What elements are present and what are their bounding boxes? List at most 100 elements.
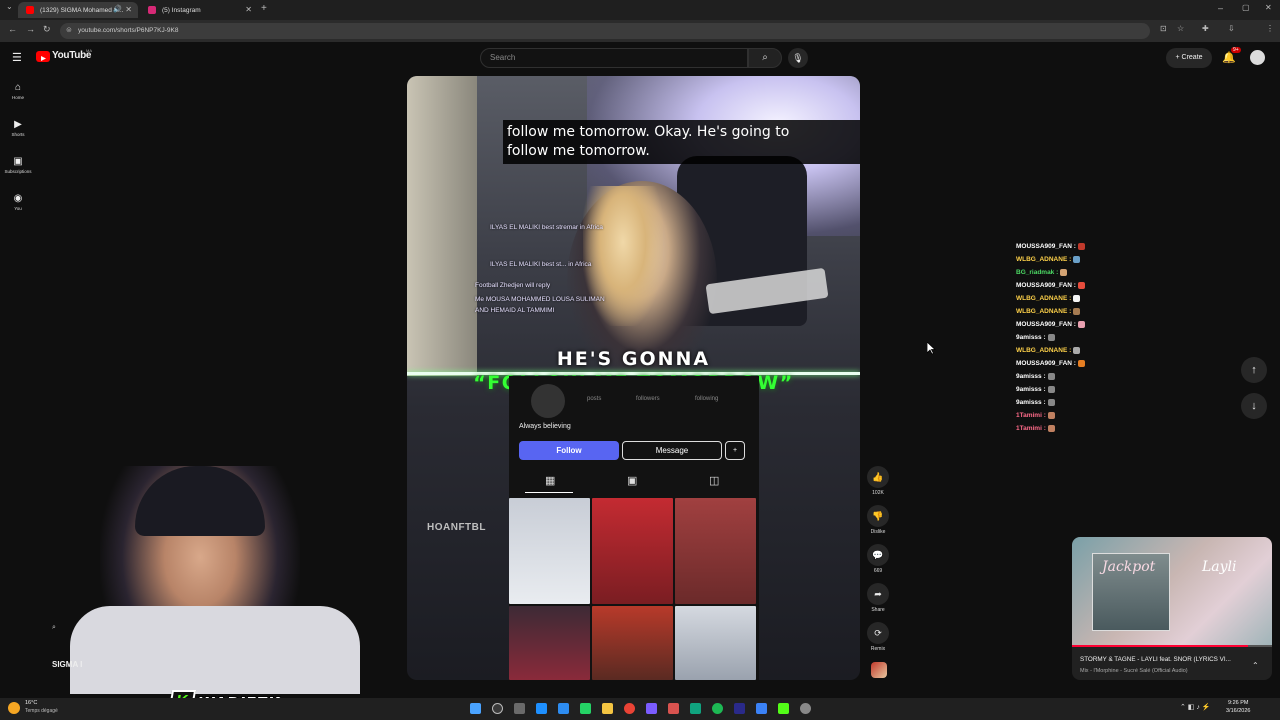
create-button[interactable]: + Create: [1166, 48, 1212, 68]
url-field[interactable]: ⊜ youtube.com/shorts/P6NP7KJ-9K8: [60, 23, 1150, 39]
menu-dots-icon[interactable]: ⋮: [1266, 24, 1274, 33]
app-icon[interactable]: [734, 703, 745, 714]
chat-emote-icon: [1060, 269, 1068, 276]
site-info-icon[interactable]: ⊜: [66, 23, 72, 39]
back-icon[interactable]: ←: [8, 24, 17, 34]
miniplayer-progress-track[interactable]: [1072, 645, 1272, 647]
shorts-video-player[interactable]: follow me tomorrow. Okay. He's going to …: [407, 76, 860, 680]
hamburger-menu-icon[interactable]: ☰: [12, 51, 22, 64]
chat-emote-icon: [1047, 334, 1055, 341]
install-icon[interactable]: ⊡: [1160, 24, 1167, 33]
weather-desc: Temps dégagé: [25, 708, 58, 714]
minimize-icon[interactable]: –: [1218, 3, 1223, 13]
edge-icon[interactable]: [536, 703, 547, 714]
app-icon[interactable]: [668, 703, 679, 714]
overlay-chat-message: 9amisss :: [1016, 399, 1055, 406]
file-explorer-icon[interactable]: [602, 703, 613, 714]
expand-chevron-icon[interactable]: ⌃: [1252, 661, 1259, 670]
search-input[interactable]: Search: [480, 48, 748, 68]
comments-button[interactable]: 💬 669: [866, 544, 890, 574]
bookmark-star-icon[interactable]: ☆: [1177, 24, 1184, 33]
extensions-icon[interactable]: ✚: [1202, 24, 1209, 33]
overlay-side-label: SIGMA I: [52, 660, 83, 669]
clock-time[interactable]: 9:26 PM: [1228, 700, 1248, 706]
miniplayer-video[interactable]: Jackpot Layli: [1072, 537, 1272, 647]
streamer-hair: [583, 186, 663, 326]
overlay-chat-message: 1Tamimi :: [1016, 425, 1055, 432]
clock-date[interactable]: 3/16/2026: [1226, 708, 1250, 714]
speaker-icon[interactable]: 🔊: [113, 5, 122, 13]
downloads-icon[interactable]: ⇩: [1228, 24, 1235, 33]
remix-button[interactable]: ⟳ Remix: [866, 622, 890, 652]
sidebar-item-you[interactable]: ◉ You: [0, 193, 36, 211]
account-avatar[interactable]: [1250, 50, 1265, 65]
browser-tab-bar: ⌄ (1329) SIGMA Mohamed S... 🔊 ✕ (5) Inst…: [0, 0, 1280, 20]
remix-icon: ⟳: [867, 622, 889, 644]
close-tab-icon[interactable]: ✕: [245, 5, 252, 14]
notification-count-badge: 9+: [1231, 47, 1241, 53]
youtube-logo-icon[interactable]: [36, 51, 50, 62]
chat-username: 9amisss :: [1016, 373, 1046, 381]
search-icon: ⌕: [762, 52, 768, 63]
windows-start-icon[interactable]: [470, 703, 481, 714]
sidebar-item-label: You: [14, 206, 22, 211]
chat-emote-icon: [1073, 308, 1081, 315]
overlay-chat-message: BG_riadmak :: [1016, 269, 1068, 277]
album-art-text: Layli: [1202, 559, 1237, 575]
country-code: MA: [86, 48, 92, 53]
close-tab-icon[interactable]: ✕: [125, 5, 132, 14]
chat-username: WLBG_ADNANE :: [1016, 347, 1072, 355]
app-icon[interactable]: [646, 703, 657, 714]
chat-username: WLBG_ADNANE :: [1016, 308, 1072, 316]
kick-icon[interactable]: [778, 703, 789, 714]
close-window-icon[interactable]: ✕: [1265, 3, 1272, 12]
channel-avatar[interactable]: [871, 662, 887, 678]
new-tab-button[interactable]: +: [261, 3, 267, 14]
chat-emote-icon: [1047, 399, 1055, 406]
spotify-icon[interactable]: [712, 703, 723, 714]
overlay-chat-message: 9amisss :: [1016, 373, 1055, 380]
miniplayer[interactable]: Jackpot Layli STORMY & TAGNE - LAYLI fea…: [1072, 537, 1272, 680]
chat-emote-icon: [1047, 373, 1055, 380]
search-button[interactable]: ⌕: [748, 48, 782, 68]
weather-icon[interactable]: [8, 702, 20, 714]
windows-taskbar: 16°C Temps dégagé ⌃ ◧ ♪ ⚡ 9:26 PM 3/16/2…: [0, 698, 1280, 720]
stat-label: following: [695, 396, 719, 402]
sidebar-item-shorts[interactable]: ▶ Shorts: [0, 119, 36, 137]
url-text: youtube.com/shorts/P6NP7KJ-9K8: [78, 27, 179, 34]
post-thumbnail: [675, 498, 756, 604]
dislike-button[interactable]: 👎 Dislike: [866, 505, 890, 535]
maximize-icon[interactable]: ▢: [1242, 3, 1250, 12]
sidebar-item-subscriptions[interactable]: ▣ Subscriptions: [0, 156, 36, 174]
chrome-icon[interactable]: [624, 703, 635, 714]
system-tray-icons[interactable]: ⌃ ◧ ♪ ⚡: [1180, 703, 1211, 711]
next-short-button[interactable]: ↓: [1241, 393, 1267, 419]
overlay-chat-message: 9amisss :: [1016, 334, 1055, 341]
tab-instagram[interactable]: (5) Instagram ✕: [140, 2, 258, 18]
task-view-icon[interactable]: [514, 703, 525, 714]
settings-icon[interactable]: [800, 703, 811, 714]
voice-search-button[interactable]: 🎙: [788, 48, 808, 68]
chat-username: BG_riadmak :: [1016, 269, 1059, 277]
tab-youtube[interactable]: (1329) SIGMA Mohamed S... 🔊 ✕: [18, 2, 138, 18]
store-icon[interactable]: [558, 703, 569, 714]
chat-emote-icon: [1047, 386, 1055, 393]
comment-count: 669: [873, 568, 883, 574]
chat-username: MOUSSA909_FAN :: [1016, 243, 1076, 251]
dislike-icon: 👎: [867, 505, 889, 527]
app-icon[interactable]: [756, 703, 767, 714]
share-button[interactable]: ➦ Share: [866, 583, 890, 613]
like-button[interactable]: 👍 102K: [866, 466, 890, 496]
weather-temp: 16°C: [25, 700, 38, 706]
forward-icon[interactable]: →: [26, 24, 35, 34]
previous-short-button[interactable]: ↑: [1241, 357, 1267, 383]
miniplayer-title[interactable]: STORMY & TAGNE - LAYLI feat. SNOR (LYRIC…: [1080, 656, 1250, 663]
tab-list-icon[interactable]: ⌄: [6, 2, 13, 11]
post-thumbnail: [509, 606, 590, 680]
app-icon[interactable]: [690, 703, 701, 714]
sidebar-item-home[interactable]: ⌂ Home: [0, 82, 36, 100]
reload-icon[interactable]: ↻: [43, 24, 51, 35]
whatsapp-icon[interactable]: [580, 703, 591, 714]
search-icon[interactable]: [492, 703, 503, 714]
add-user-icon: +: [725, 441, 745, 460]
